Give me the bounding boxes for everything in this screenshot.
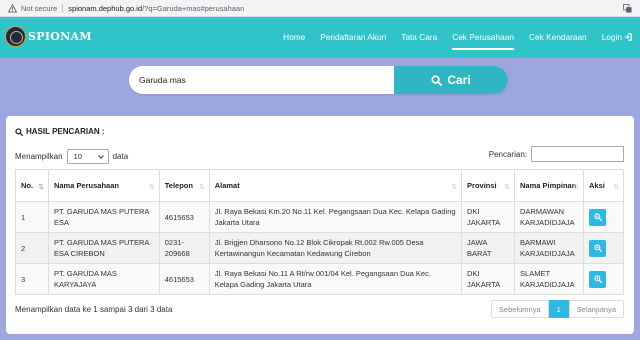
search-icon bbox=[431, 74, 443, 86]
results-card: HASIL PENCARIAN : Menampilkan 10 data Pe… bbox=[6, 116, 634, 334]
ministry-logo-icon bbox=[5, 26, 26, 47]
cell-no: 1 bbox=[15, 201, 49, 233]
sort-icon: ⇅ bbox=[613, 184, 619, 191]
cell-aksi bbox=[583, 263, 624, 295]
nav-item-tata-cara[interactable]: Tata Cara bbox=[401, 17, 437, 58]
view-detail-button[interactable] bbox=[589, 270, 606, 288]
cell-nama-pimpinan: SLAMET KARJADIDJAJA bbox=[514, 263, 584, 295]
cell-nama-pimpinan: BARMAWI KARJADIDJAJA bbox=[514, 232, 584, 264]
cell-alamat: Jl. Raya Bekasi Km.20 No.11 Kel. Pegangs… bbox=[208, 201, 463, 233]
sort-icon: ⇅ bbox=[573, 184, 579, 191]
page-length-select[interactable]: 10 bbox=[66, 149, 109, 164]
column-header-alamat[interactable]: Alamat ⇅ bbox=[208, 169, 463, 202]
brand-logo-link[interactable]: SPIONAM bbox=[5, 26, 92, 47]
nav-item-home[interactable]: Home bbox=[283, 17, 305, 58]
column-header-provinsi[interactable]: Provinsi ⇅ bbox=[461, 169, 516, 202]
table-row: 2 PT. GARUDA MAS PUTERA ESA CIREBON 0231… bbox=[15, 232, 624, 264]
cell-telepon: 4615653 bbox=[158, 263, 210, 295]
nav-item-cek-perusahaan[interactable]: Cek Perusahaan bbox=[452, 17, 514, 58]
brand-name: SPIONAM bbox=[28, 30, 92, 43]
cell-alamat: Jl. Raya Bekasi No.11 A Rt/rw 001/04 Kel… bbox=[208, 263, 463, 295]
nav-item-pendaftaran-akun[interactable]: Pendaftaran Akun bbox=[320, 17, 386, 58]
security-label: Not secure bbox=[21, 3, 58, 13]
search-button[interactable]: Cari bbox=[394, 66, 508, 94]
url-host: spionam.dephub.go.id bbox=[68, 3, 143, 13]
login-label: Login bbox=[601, 32, 622, 42]
zoom-in-icon bbox=[593, 244, 602, 252]
zoom-in-icon bbox=[593, 213, 602, 221]
main-nav: Home Pendaftaran Akun Tata Cara Cek Peru… bbox=[268, 17, 632, 58]
cell-telepon: 4615653 bbox=[158, 201, 210, 233]
cell-telepon: 0231-209668 bbox=[158, 232, 210, 264]
cell-no: 2 bbox=[15, 232, 49, 264]
search-icon bbox=[15, 127, 23, 136]
browser-address-bar: Not secure spionam.dephub.go.id/?q=Garud… bbox=[0, 0, 640, 17]
column-header-label: Aksi bbox=[589, 181, 605, 190]
filter-label: Pencarian: bbox=[488, 149, 527, 159]
filter-input[interactable] bbox=[531, 146, 624, 162]
search-button-label: Cari bbox=[447, 73, 471, 87]
search-input[interactable] bbox=[129, 66, 394, 94]
cell-provinsi: DKI JAKARTA bbox=[461, 263, 516, 295]
column-header-telepon[interactable]: Telepon ⇅ bbox=[158, 169, 210, 202]
column-header-nama-perusahaan[interactable]: Nama Perusahaan ⇅ bbox=[47, 169, 160, 202]
view-detail-button[interactable] bbox=[589, 208, 606, 226]
nav-item-cek-kendaraan[interactable]: Cek Kendaraan bbox=[529, 17, 587, 58]
page-length-control: Menampilkan 10 data bbox=[15, 149, 128, 164]
page-length-value: 10 bbox=[73, 152, 82, 161]
cell-alamat: Jl. Brigjen Dharsono No.12 Blok Cikropak… bbox=[208, 232, 463, 264]
sort-icon: ⇅ bbox=[504, 184, 511, 191]
sort-icon: ⇅ bbox=[198, 184, 205, 191]
column-header-label: Telepon bbox=[164, 181, 193, 190]
results-title-text: HASIL PENCARIAN : bbox=[26, 127, 105, 136]
column-header-label: No. bbox=[21, 181, 34, 190]
sort-icon: ⇅ bbox=[148, 184, 155, 191]
table-filter: Pencarian: bbox=[489, 146, 624, 162]
cell-aksi bbox=[583, 232, 624, 264]
sort-icon: ⇅ bbox=[38, 184, 44, 191]
cell-nama-perusahaan: PT. GARUDA MAS PUTERA ESA CIREBON bbox=[47, 232, 160, 264]
cell-nama-perusahaan: PT. GARUDA MAS KARYAJAYA bbox=[47, 263, 160, 295]
column-header-nama-pimpinan[interactable]: Nama Pimpinan ⇅ bbox=[514, 169, 584, 202]
nav-item-login[interactable]: Login bbox=[602, 17, 632, 58]
url-path: /?q=Garuda+mas#perusahaan bbox=[142, 3, 245, 13]
pagination-previous[interactable]: Sebelumnya bbox=[490, 300, 549, 318]
url-field[interactable]: spionam.dephub.go.id/?q=Garuda+mas#perus… bbox=[68, 4, 244, 13]
results-table: No. ⇅ Nama Perusahaan ⇅ Telepon ⇅ Alamat ⇅ P… bbox=[15, 169, 624, 295]
length-prefix: Menampilkan bbox=[15, 152, 63, 161]
column-header-label: Nama Perusahaan bbox=[53, 181, 119, 190]
results-title: HASIL PENCARIAN : bbox=[15, 127, 105, 136]
pagination-next[interactable]: Selanjutnya bbox=[568, 300, 624, 318]
cell-provinsi: JAWA BARAT bbox=[461, 232, 516, 264]
cell-no: 3 bbox=[15, 263, 49, 295]
table-row: 1 PT. GARUDA MAS PUTERA ESA 4615653 Jl. … bbox=[15, 201, 624, 233]
translate-icon[interactable] bbox=[623, 4, 632, 13]
table-row: 3 PT. GARUDA MAS KARYAJAYA 4615653 Jl. R… bbox=[15, 263, 624, 295]
navbar: SPIONAM Home Pendaftaran Akun Tata Cara … bbox=[0, 17, 640, 58]
column-header-aksi[interactable]: Aksi ⇅ bbox=[583, 169, 624, 202]
chevron-down-icon bbox=[97, 154, 104, 159]
cell-aksi bbox=[583, 201, 624, 233]
cell-nama-pimpinan: DARMAWAN KARJADIDJAJA bbox=[514, 201, 584, 233]
sign-in-icon bbox=[624, 33, 632, 41]
search-bar: Cari bbox=[129, 66, 508, 94]
pagination: Sebelumnya 1 Selanjutnya bbox=[490, 300, 624, 318]
sort-icon: ⇅ bbox=[451, 184, 458, 191]
column-header-label: Alamat bbox=[214, 181, 240, 190]
column-header-label: Nama Pimpinan bbox=[520, 181, 577, 190]
view-detail-button[interactable] bbox=[589, 239, 606, 257]
warning-icon bbox=[8, 3, 17, 13]
column-header-no[interactable]: No. ⇅ bbox=[15, 169, 49, 202]
cell-nama-perusahaan: PT. GARUDA MAS PUTERA ESA bbox=[47, 201, 160, 233]
address-separator bbox=[62, 3, 64, 13]
table-info: Menampilkan data ke 1 sampai 3 dari 3 da… bbox=[15, 305, 173, 314]
length-suffix: data bbox=[112, 152, 129, 161]
table-header-row: No. ⇅ Nama Perusahaan ⇅ Telepon ⇅ Alamat ⇅ P… bbox=[15, 169, 624, 202]
pagination-page-1[interactable]: 1 bbox=[548, 300, 569, 318]
cell-provinsi: DKI JAKARTA bbox=[461, 201, 516, 233]
zoom-in-icon bbox=[593, 275, 602, 283]
column-header-label: Provinsi bbox=[467, 181, 497, 190]
